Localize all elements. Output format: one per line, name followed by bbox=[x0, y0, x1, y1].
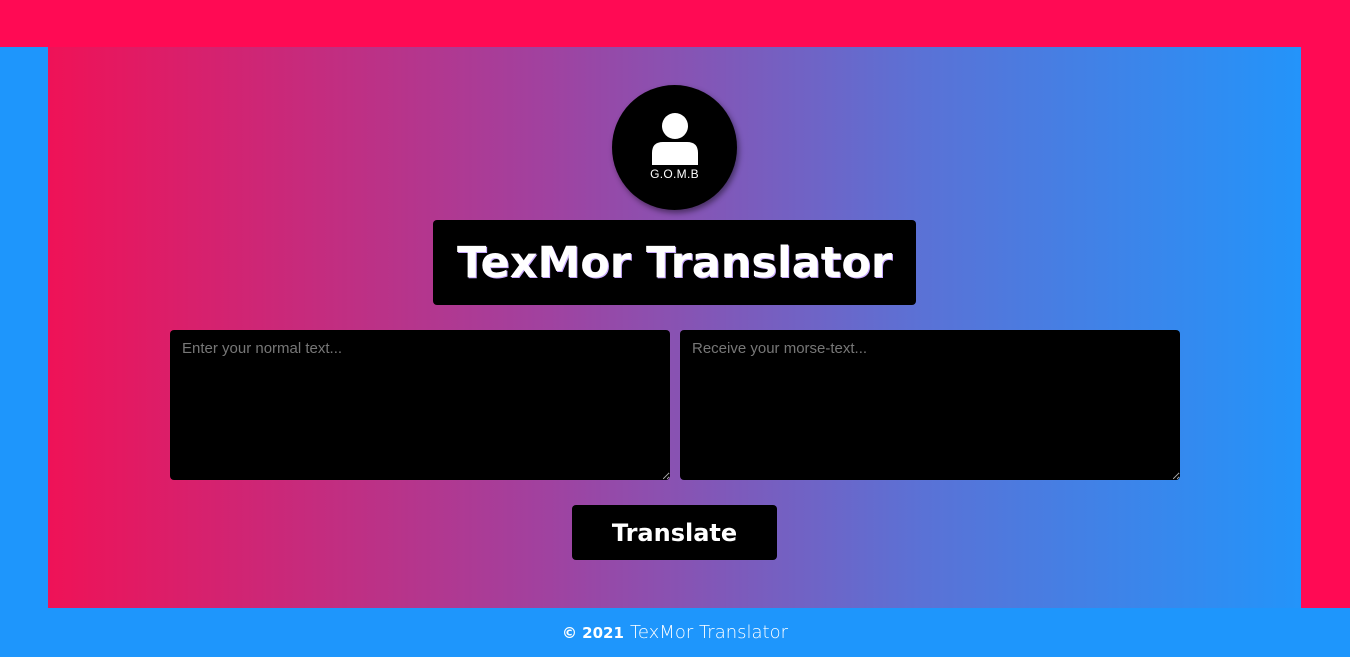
left-border bbox=[0, 47, 48, 608]
right-border bbox=[1301, 47, 1350, 608]
morse-text-output[interactable] bbox=[680, 330, 1180, 480]
title-box: TexMor Translator bbox=[433, 220, 916, 305]
logo-text: G.O.M.B bbox=[650, 167, 699, 181]
footer: © 2021 TexMor Translator bbox=[0, 608, 1350, 657]
translate-button[interactable]: Translate bbox=[572, 505, 777, 560]
page-title: TexMor Translator bbox=[456, 237, 893, 288]
user-icon bbox=[652, 113, 698, 165]
normal-text-input[interactable] bbox=[170, 330, 670, 480]
top-border bbox=[0, 0, 1350, 47]
logo-avatar: G.O.M.B bbox=[612, 85, 737, 210]
footer-copyright: © 2021 bbox=[561, 623, 624, 642]
footer-app-name: TexMor Translator bbox=[629, 622, 789, 643]
